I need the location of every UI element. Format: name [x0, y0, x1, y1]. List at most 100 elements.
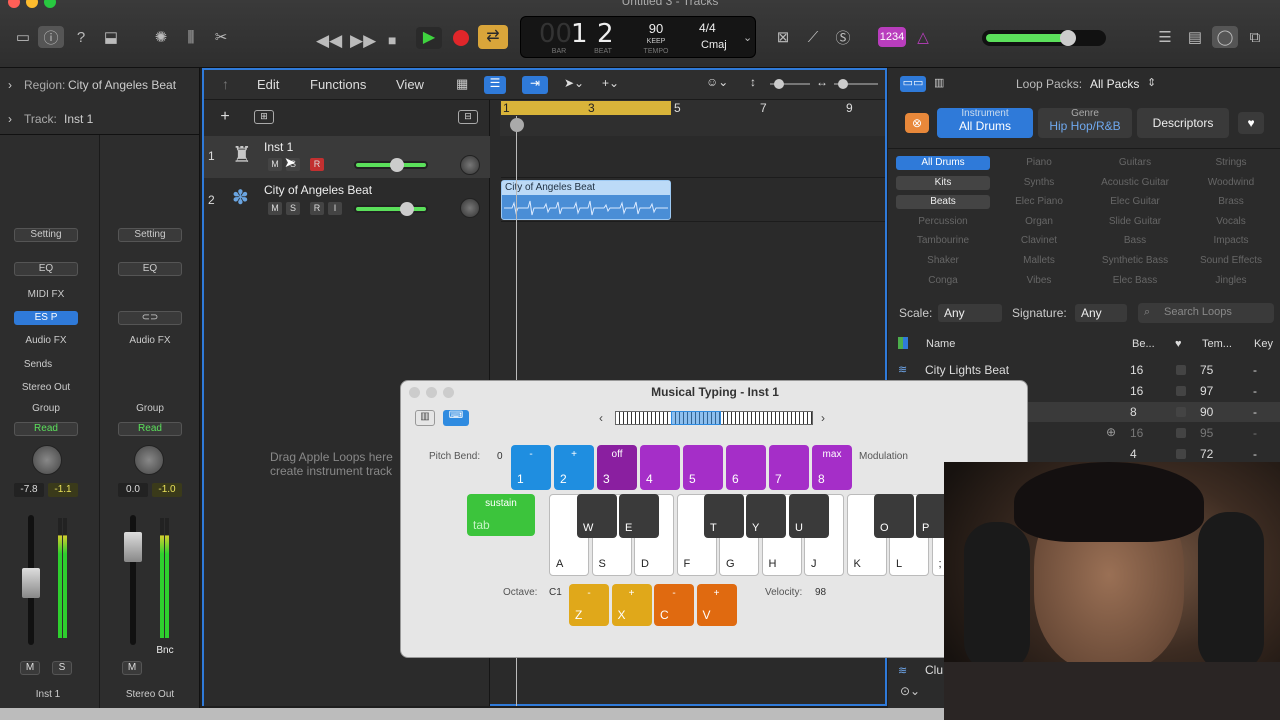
master-volume-knob[interactable] — [1060, 30, 1076, 46]
black-key-e[interactable]: E — [619, 494, 659, 538]
octave-key-z[interactable]: -Z — [569, 584, 609, 626]
lcd-display[interactable]: 00 1 2 BAR BEAT 90 KEEP TEMPO 4/4 Cmaj ⌄ — [520, 16, 756, 58]
loop-row-name[interactable]: Clu — [925, 663, 943, 677]
musical-typing-window[interactable]: Musical Typing - Inst 1 ▥ ⌨ ‹ › Pitch Be… — [400, 380, 1028, 658]
category-strings[interactable]: Strings — [1184, 156, 1278, 170]
mixer-icon[interactable]: ⫼ — [178, 26, 204, 48]
toolbar-icon[interactable]: ⬓ — [98, 26, 124, 48]
catch-icon[interactable]: ☺⌄ — [706, 75, 728, 89]
number-key-8[interactable]: max 8 — [812, 445, 852, 490]
cycle-button[interactable]: ⇄ — [478, 25, 508, 49]
category-acoustic-guitar[interactable]: Acoustic Guitar — [1088, 176, 1182, 190]
category-piano[interactable]: Piano — [992, 156, 1086, 170]
strip2-fader-cap[interactable] — [124, 532, 142, 562]
strip1-pan-knob[interactable] — [32, 445, 62, 475]
octave-left-arrow-icon[interactable]: ‹ — [599, 411, 603, 425]
track-volume-knob[interactable] — [390, 158, 404, 172]
tempo-column-header[interactable]: Tem... — [1202, 338, 1232, 350]
track-volume-slider[interactable] — [354, 158, 428, 172]
action-menu-icon[interactable]: ⊙⌄ — [900, 684, 920, 698]
category-synthetic-bass[interactable]: Synthetic Bass — [1088, 254, 1182, 268]
column-view-icon[interactable]: ▥ — [934, 76, 952, 92]
name-column-header[interactable]: Name — [926, 338, 955, 350]
strip1-fader-cap[interactable] — [22, 568, 40, 598]
favorite-checkbox[interactable] — [1176, 407, 1186, 417]
strip2-eq-button[interactable]: EQ — [118, 262, 182, 276]
category-clavinet[interactable]: Clavinet — [992, 234, 1086, 248]
category-elec-guitar[interactable]: Elec Guitar — [1088, 195, 1182, 209]
instrument-filter-button[interactable]: Instrument All Drums — [937, 108, 1033, 138]
browsers-icon[interactable]: ⧉ — [1242, 26, 1268, 48]
category-shaker[interactable]: Shaker — [896, 254, 990, 268]
octave-key-x[interactable]: + X — [611, 584, 652, 626]
strip2-group-slot[interactable]: Group — [118, 403, 182, 414]
tuner-icon[interactable]: ⟋ — [800, 26, 826, 48]
audio-region[interactable]: City of Angeles Beat — [501, 180, 671, 220]
category-all-drums[interactable]: All Drums — [896, 156, 990, 170]
velocity-key-c[interactable]: -C — [654, 584, 694, 626]
stop-icon[interactable]: ■ — [388, 32, 396, 48]
category-conga[interactable]: Conga — [896, 274, 990, 288]
strip2-setting-button[interactable]: Setting — [118, 228, 182, 242]
track-volume-slider[interactable] — [354, 202, 428, 216]
signature-select[interactable]: Any — [1075, 304, 1127, 322]
search-loops-field[interactable]: ⌕ Search Loops — [1138, 303, 1274, 323]
category-percussion[interactable]: Percussion — [896, 215, 990, 229]
track-record-button[interactable]: R — [310, 158, 324, 171]
strip1-solo-button[interactable]: S — [52, 661, 72, 675]
close-window-button[interactable] — [8, 0, 20, 8]
category-impacts[interactable]: Impacts — [1184, 234, 1278, 248]
snap-icon[interactable]: ⇥ — [522, 76, 548, 94]
loop-row[interactable]: ≋ City Lights Beat 16 75 - — [888, 360, 1280, 380]
number-key-7[interactable]: 7 — [769, 445, 809, 490]
fast-forward-icon[interactable]: ▶▶ — [350, 31, 376, 51]
track-name[interactable]: City of Angeles Beat — [264, 183, 372, 197]
velocity-key-v[interactable]: + V — [696, 584, 737, 626]
category-beats[interactable]: Beats — [896, 195, 990, 210]
strip2-link-icon[interactable]: ⊂⊃ — [118, 311, 182, 325]
black-key-w[interactable]: W — [577, 494, 617, 538]
track-name[interactable]: Inst 1 — [264, 140, 293, 154]
region-disclosure-icon[interactable]: › — [8, 78, 12, 92]
solo-icon[interactable]: Ⓢ — [830, 26, 856, 48]
black-key-u[interactable]: U — [789, 494, 829, 538]
duplicate-track-icon[interactable]: ⊞ — [254, 110, 274, 124]
playhead-handle[interactable] — [510, 118, 524, 132]
download-icon[interactable]: ⊕ — [1106, 425, 1116, 439]
strip1-eq-button[interactable]: EQ — [14, 262, 78, 276]
replace-icon[interactable]: ⊠ — [770, 26, 796, 48]
strip1-automation-button[interactable]: Read — [14, 422, 78, 436]
track-mute-button[interactable]: M — [268, 158, 282, 171]
minimize-window-button[interactable] — [26, 0, 38, 8]
strip2-pan-knob[interactable] — [134, 445, 164, 475]
category-bass[interactable]: Bass — [1088, 234, 1182, 248]
functions-menu[interactable]: Functions — [310, 77, 366, 92]
loop-browser-icon[interactable]: ◯ — [1212, 26, 1238, 48]
grid-view-icon[interactable]: ▦ — [456, 76, 476, 94]
secondary-tool-icon[interactable]: +⌄ — [602, 76, 619, 90]
back-icon[interactable]: ↑ — [222, 76, 229, 92]
vertical-zoom-knob[interactable] — [774, 79, 784, 89]
category-synths[interactable]: Synths — [992, 176, 1086, 190]
favorite-checkbox[interactable] — [1176, 386, 1186, 396]
strip1-group-slot[interactable]: Group — [14, 403, 78, 414]
record-button[interactable] — [453, 30, 469, 46]
favorites-heart-icon[interactable]: ♥ — [1238, 112, 1264, 134]
number-key-3[interactable]: off 3 — [597, 445, 637, 490]
track-mute-button[interactable]: M — [268, 202, 282, 215]
list-view-icon[interactable]: ☰ — [484, 76, 506, 94]
strip1-setting-button[interactable]: Setting — [14, 228, 78, 242]
sustain-key[interactable]: sustain tab — [467, 494, 535, 536]
track-pan-knob[interactable] — [460, 155, 480, 175]
track-row[interactable]: 1 ♜ Inst 1 M S R ➤ — [204, 136, 490, 178]
category-organ[interactable]: Organ — [992, 215, 1086, 229]
strip1-audiofx-slot[interactable]: Audio FX — [14, 335, 78, 346]
strip1-mute-button[interactable]: M — [20, 661, 40, 675]
descriptors-button[interactable]: Descriptors — [1137, 108, 1229, 138]
library-icon[interactable]: ▭ — [10, 26, 36, 48]
smart-controls-icon[interactable]: ✺ — [148, 26, 174, 48]
strip1-instrument-slot[interactable]: ES P — [14, 311, 78, 325]
favorite-checkbox[interactable] — [1176, 449, 1186, 459]
category-tambourine[interactable]: Tambourine — [896, 234, 990, 248]
zoom-window-button[interactable] — [44, 0, 56, 8]
